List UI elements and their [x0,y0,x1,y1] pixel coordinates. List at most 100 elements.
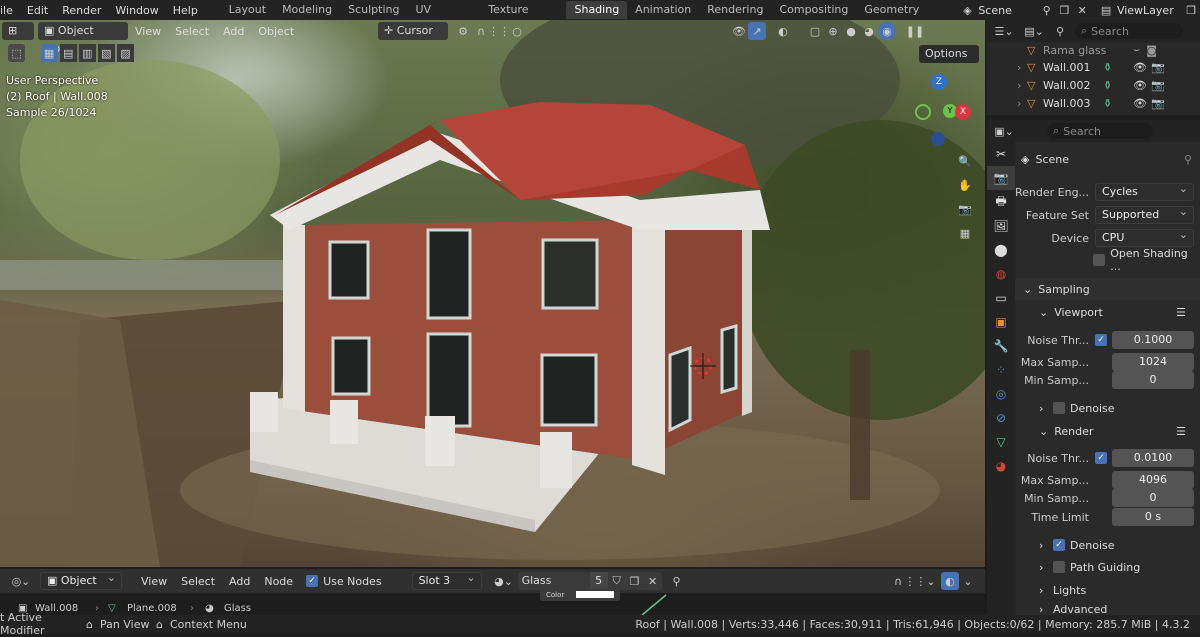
select-invert-icon[interactable]: ▧ [97,44,115,62]
display-mode-icon[interactable]: ▤⌄ [1021,22,1047,40]
r-denoise-row[interactable]: › ✓ Denoise [1015,535,1200,555]
r-min-samples-field[interactable]: 0 [1112,489,1194,507]
gizmo-toggle-icon[interactable]: ↗ [748,22,766,40]
pin-icon[interactable]: ⚲ [668,572,686,590]
r-denoise-checkbox[interactable]: ✓ [1053,539,1065,551]
object-tab-icon[interactable]: ▣ [987,310,1015,334]
render-tab-icon[interactable]: 📷 [987,166,1015,190]
sampling-panel-header[interactable]: ⌄ Sampling [1015,278,1200,300]
shader-editor-icon[interactable]: ◎⌄ [6,572,36,590]
material-tab-icon[interactable]: ◕ [987,454,1015,478]
node-menu-node[interactable]: Node [257,575,300,588]
expand-icon[interactable]: › [1017,79,1027,92]
collection-tab-icon[interactable]: ▭ [987,286,1015,310]
snap-target-icon[interactable]: ⋮⋮ [488,22,510,40]
list-item[interactable]: › ▽ Wall.003 ⚱ 👁 📷 [1017,94,1200,112]
menu-file[interactable]: ile [0,4,20,17]
r-max-samples-field[interactable]: 4096 [1112,471,1194,489]
tab-sculpting[interactable]: Sculpting [340,1,407,19]
particles-tab-icon[interactable]: ⁘ [987,358,1015,382]
open-shading-checkbox[interactable] [1093,254,1106,266]
list-item[interactable]: ▽ Rama glass ⌣ ◙ [1027,42,1200,58]
menu-render[interactable]: Render [55,4,108,17]
expand-icon[interactable]: › [1017,61,1027,74]
tab-layout[interactable]: Layout [221,1,274,19]
menu-edit[interactable]: Edit [20,4,55,17]
select-tool-icon[interactable]: ⬚ [8,44,26,62]
time-limit-field[interactable]: 0 s [1112,508,1194,526]
copy-viewlayer-icon[interactable]: ❐ [1182,1,1200,19]
properties-editor-icon[interactable]: ▣⌄ [991,122,1017,140]
path-guiding-row[interactable]: › Path Guiding [1015,557,1200,577]
slot-dropdown[interactable]: Slot 3 [411,570,482,590]
presets-list-icon[interactable]: ☰ [1176,425,1186,438]
eye-icon[interactable]: 👁 [1133,97,1147,110]
data-tab-icon[interactable]: ▽ [987,430,1015,454]
color-swatch[interactable] [576,591,614,598]
expand-icon[interactable]: › [1017,97,1027,110]
camera-render-icon[interactable]: 📷 [1151,97,1165,110]
viewport-menu-view[interactable]: View [128,25,168,38]
options-button[interactable]: Options [919,45,979,63]
ortho-grid-icon[interactable]: ▦ [956,224,974,242]
r-noise-field[interactable]: 0.0100 [1112,449,1194,467]
transform-pivot-dropdown[interactable]: ✛ Cursor [378,22,448,40]
pause-render-icon[interactable]: ❚❚ [906,22,924,40]
tab-compositing[interactable]: Compositing [771,1,856,19]
overlay-icon[interactable]: ◐ [774,22,792,40]
render-subpanel-header[interactable]: ⌄ Render ☰ [1015,420,1200,442]
mode-dropdown[interactable]: ▣ Object Mode [38,22,128,55]
view-layer-tab-icon[interactable]: 🖼 [987,214,1015,238]
node-menu-view[interactable]: View [134,575,174,588]
properties-search-input[interactable]: ⌕ Search [1047,123,1153,139]
zoom-icon[interactable]: 🔍 [956,152,974,170]
wireframe-shading-icon[interactable]: ⊕ [824,22,842,40]
list-item[interactable]: › ▽ Wall.002 ⚱ 👁 📷 [1017,76,1200,94]
navigation-gizmo[interactable]: Z Y X [905,72,975,152]
vp-denoise-checkbox[interactable] [1053,402,1065,414]
editor-type-button[interactable]: ⊞ ⌄ [2,22,34,55]
constraints-tab-icon[interactable]: ⊘ [987,406,1015,430]
camera-render-icon[interactable]: 📷 [1151,79,1165,92]
physics-tab-icon[interactable]: ◎ [987,382,1015,406]
viewport-menu-add[interactable]: Add [216,25,251,38]
overlay-dropdown-icon[interactable]: ⌄ [959,572,977,590]
viewport-subpanel-header[interactable]: ⌄ Viewport ☰ [1015,301,1200,323]
select-subtract-icon[interactable]: ▥ [78,44,96,62]
solid-shading-icon[interactable]: ● [842,22,860,40]
viewport-menu-object[interactable]: Object [251,25,301,38]
vp-noise-field[interactable]: 0.1000 [1112,331,1194,349]
gizmo-neg-y[interactable] [915,104,931,120]
pin-icon[interactable]: ⚲ [1184,153,1192,166]
viewport-menu-select[interactable]: Select [168,25,216,38]
open-shading-row[interactable]: Open Shading ... [1015,247,1200,273]
node-canvas[interactable]: Color [0,589,985,603]
camera-icon[interactable]: 📷 [956,200,974,218]
camera-render-icon[interactable]: 📷 [1151,61,1165,74]
path-guiding-checkbox[interactable] [1053,561,1065,573]
tab-texture-paint[interactable]: Texture Paint [480,1,566,34]
lights-row[interactable]: › Lights [1015,580,1200,600]
vp-max-samples-field[interactable]: 1024 [1112,353,1194,371]
feature-set-dropdown[interactable]: Supported [1095,204,1194,224]
node-menu-add[interactable]: Add [222,575,257,588]
tab-uv-editing[interactable]: UV Editing [407,1,480,34]
select-intersect-icon[interactable]: ▨ [116,44,134,62]
material-shading-icon[interactable]: ◕ [860,22,878,40]
use-nodes-checkbox[interactable]: ✓ [306,575,319,587]
filter-icon[interactable]: ⚲ [1051,22,1069,40]
snap-icon[interactable]: ⚙ [454,22,472,40]
eye-icon[interactable]: ⌣ [1133,43,1140,57]
output-tab-icon[interactable]: 🖶 [987,190,1015,214]
delete-scene-icon[interactable]: ✕ [1073,1,1091,19]
render-engine-dropdown[interactable]: Cycles [1095,181,1194,201]
viewlayer-name[interactable]: ViewLayer [1117,4,1182,17]
new-material-icon[interactable]: ❐ [625,572,644,590]
pan-hand-icon[interactable]: ✋ [956,176,974,194]
vp-min-samples-field[interactable]: 0 [1112,371,1194,389]
eye-icon[interactable]: 👁 [1133,79,1147,92]
material-browse-icon[interactable]: ◕⌄ [490,572,518,590]
select-extend-icon[interactable]: ▤ [59,44,77,62]
overlay-icon[interactable]: ◐ [941,572,959,590]
node-menu-select[interactable]: Select [174,575,222,588]
